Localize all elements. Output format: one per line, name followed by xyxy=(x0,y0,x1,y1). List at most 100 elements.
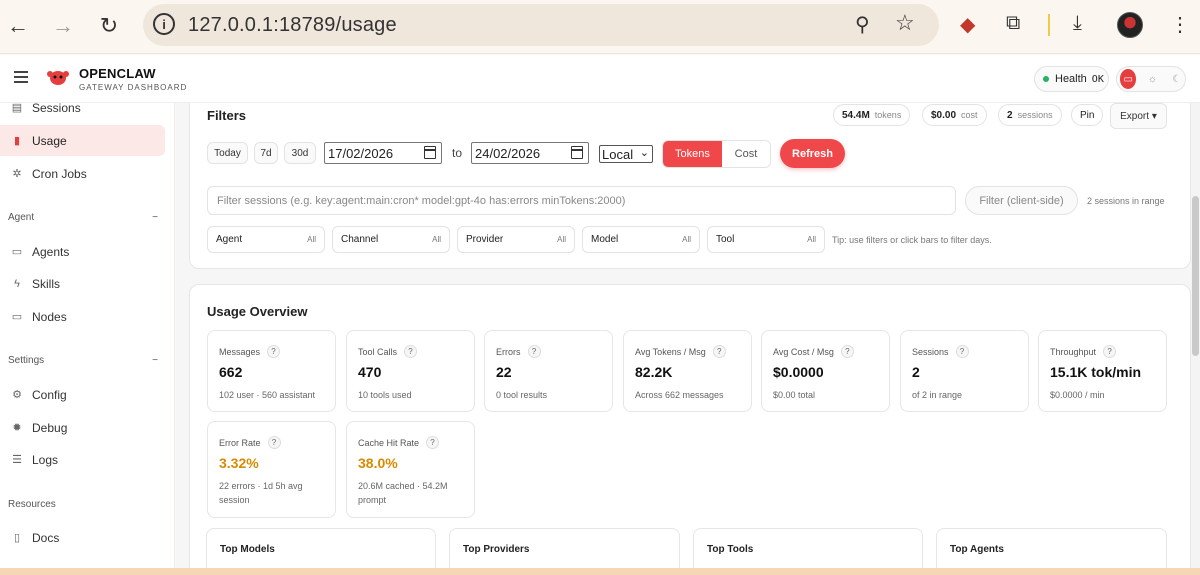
mode-tokens-button[interactable]: Tokens xyxy=(663,141,722,167)
top-providers-title: Top Providers xyxy=(463,544,530,555)
stat-label: Tool Calls? xyxy=(358,345,418,358)
openclaw-logo-icon xyxy=(47,71,69,85)
sidebar-item-sessions[interactable]: ▤ Sessions xyxy=(0,92,165,123)
chevron-down-icon: ⌄ xyxy=(639,147,649,159)
puzzle-icon[interactable]: ⧉ xyxy=(1006,12,1020,35)
reload-icon[interactable]: ↻ xyxy=(94,11,124,41)
filter-tip: Tip: use filters or click bars to filter… xyxy=(832,235,992,245)
sidebar-item-debug[interactable]: ✹ Debug xyxy=(0,412,165,443)
sidebar-item-docs[interactable]: ▯ Docs xyxy=(0,522,165,553)
help-icon[interactable]: ? xyxy=(840,345,854,358)
tool-filter-dropdown[interactable]: Tool All xyxy=(707,226,825,253)
site-info-icon[interactable]: i xyxy=(153,13,175,35)
sidebar-item-config[interactable]: ⚙ Config xyxy=(0,379,165,410)
stat-card-avg-tokens: Avg Tokens / Msg? 82.2K Across 662 messa… xyxy=(623,330,752,412)
main-scrollbar[interactable] xyxy=(1191,103,1200,575)
range-today-button[interactable]: Today xyxy=(207,142,248,164)
stat-subtext: 102 user · 560 assistant xyxy=(219,390,316,400)
help-icon[interactable]: ? xyxy=(267,436,281,449)
cost-label: cost xyxy=(961,110,978,120)
more-menu-icon[interactable]: ⋮ xyxy=(1170,12,1190,37)
address-bar[interactable]: i 127.0.0.1:18789/usage ⚲ ☆ xyxy=(143,4,939,46)
help-icon[interactable]: ? xyxy=(527,345,541,358)
sidebar-section-resources: Resources xyxy=(8,499,158,510)
help-icon[interactable]: ? xyxy=(426,436,440,449)
zoom-icon[interactable]: ⚲ xyxy=(855,12,870,37)
sidebar-item-logs[interactable]: ☰ Logs xyxy=(0,444,165,475)
client-side-filter-button[interactable]: Filter (client-side) xyxy=(965,186,1078,215)
stat-label-text: Throughput xyxy=(1050,346,1097,357)
stat-subtext: 20.6M cached · 54.2M prompt xyxy=(358,481,448,505)
dropdown-value: All xyxy=(807,235,816,244)
section-label: Resources xyxy=(8,499,56,510)
help-icon[interactable]: ? xyxy=(1103,345,1117,358)
calendar-icon[interactable] xyxy=(571,146,583,159)
dropdown-label: Provider xyxy=(466,234,504,245)
channel-filter-dropdown[interactable]: Channel All xyxy=(332,226,450,253)
bug-icon: ✹ xyxy=(12,422,22,434)
sidebar-item-skills[interactable]: ϟ Skills xyxy=(0,268,165,299)
help-icon[interactable]: ? xyxy=(404,345,418,358)
help-icon[interactable]: ? xyxy=(712,345,726,358)
sidebar-item-label: Cron Jobs xyxy=(32,166,87,181)
list-icon: ☰ xyxy=(12,454,22,466)
stat-value: 38.0% xyxy=(358,455,398,471)
mode-cost-button[interactable]: Cost xyxy=(721,141,770,167)
stat-subtext: $0.00 total xyxy=(773,390,816,400)
folder-icon: ▭ xyxy=(11,246,23,258)
browser-toolbar: ← → ↻ i 127.0.0.1:18789/usage ⚲ ☆ ◆ ⧉ ⤓ … xyxy=(0,0,1200,54)
pin-button[interactable]: Pin xyxy=(1071,104,1104,126)
monitor-icon: ▭ xyxy=(11,311,23,323)
stat-card-throughput: Throughput? 15.1K tok/min $0.0000 / min xyxy=(1038,330,1167,412)
bookmark-star-icon[interactable]: ☆ xyxy=(895,10,915,36)
top-agents-title: Top Agents xyxy=(950,544,1004,555)
section-label: Agent xyxy=(8,212,35,223)
menu-icon[interactable] xyxy=(14,71,28,83)
scrollbar-thumb[interactable] xyxy=(1192,196,1199,356)
monitor-theme-icon[interactable]: ▭ xyxy=(1120,69,1137,89)
forward-arrow-icon[interactable]: → xyxy=(48,11,78,41)
health-dot-icon xyxy=(1043,76,1049,82)
theme-toggle: ▭ ☼ ☾ xyxy=(1116,66,1186,92)
range-30d-button[interactable]: 30d xyxy=(284,142,316,164)
url-text[interactable]: 127.0.0.1:18789/usage xyxy=(188,14,397,37)
stat-label-text: Errors xyxy=(496,346,521,357)
bar-chart-icon: ▮ xyxy=(13,135,21,147)
sidebar-item-nodes[interactable]: ▭ Nodes xyxy=(0,301,165,332)
date-from-value: 17/02/2026 xyxy=(328,145,394,161)
model-filter-dropdown[interactable]: Model All xyxy=(582,226,700,253)
stat-card-avg-cost: Avg Cost / Msg? $0.0000 $0.00 total xyxy=(761,330,890,412)
sidebar-item-agents[interactable]: ▭ Agents xyxy=(0,236,165,267)
sidebar-section-agent[interactable]: Agent − xyxy=(8,212,158,223)
sun-icon[interactable]: ☼ xyxy=(1144,69,1160,89)
session-filter-input[interactable]: Filter sessions (e.g. key:agent:main:cro… xyxy=(207,186,956,215)
stat-label: Avg Cost / Msg? xyxy=(773,345,854,358)
moon-icon[interactable]: ☾ xyxy=(1169,69,1185,89)
dropdown-value: All xyxy=(432,235,441,244)
refresh-button[interactable]: Refresh xyxy=(780,139,845,168)
mode-toggle: Tokens Cost xyxy=(662,140,771,168)
to-label: to xyxy=(452,146,463,160)
sidebar-item-usage[interactable]: ▮ Usage xyxy=(0,125,165,156)
sidebar: ▤ Sessions ▮ Usage ✲ Cron Jobs Agent − ▭ … xyxy=(0,101,175,575)
sidebar-item-label: Debug xyxy=(32,420,68,435)
date-from-input[interactable]: 17/02/2026 xyxy=(324,142,442,164)
help-icon[interactable]: ? xyxy=(267,345,281,358)
calendar-icon[interactable] xyxy=(424,146,436,159)
dropdown-value: All xyxy=(557,235,566,244)
sidebar-item-cron-jobs[interactable]: ✲ Cron Jobs xyxy=(0,158,165,189)
extension-icon[interactable]: ◆ xyxy=(960,12,975,37)
document-icon: ▤ xyxy=(11,102,23,114)
timezone-select[interactable]: Local ⌄ xyxy=(599,145,653,163)
download-icon[interactable]: ⤓ xyxy=(1073,12,1082,35)
agent-filter-dropdown[interactable]: Agent All xyxy=(207,226,325,253)
date-to-input[interactable]: 24/02/2026 xyxy=(471,142,589,164)
book-icon: ▯ xyxy=(13,532,21,544)
export-button[interactable]: Export ▾ xyxy=(1110,103,1167,129)
range-7d-button[interactable]: 7d xyxy=(254,142,278,164)
sidebar-section-settings[interactable]: Settings − xyxy=(8,355,158,366)
profile-avatar[interactable] xyxy=(1117,12,1143,38)
help-icon[interactable]: ? xyxy=(955,345,969,358)
provider-filter-dropdown[interactable]: Provider All xyxy=(457,226,575,253)
back-arrow-icon[interactable]: ← xyxy=(3,11,33,41)
